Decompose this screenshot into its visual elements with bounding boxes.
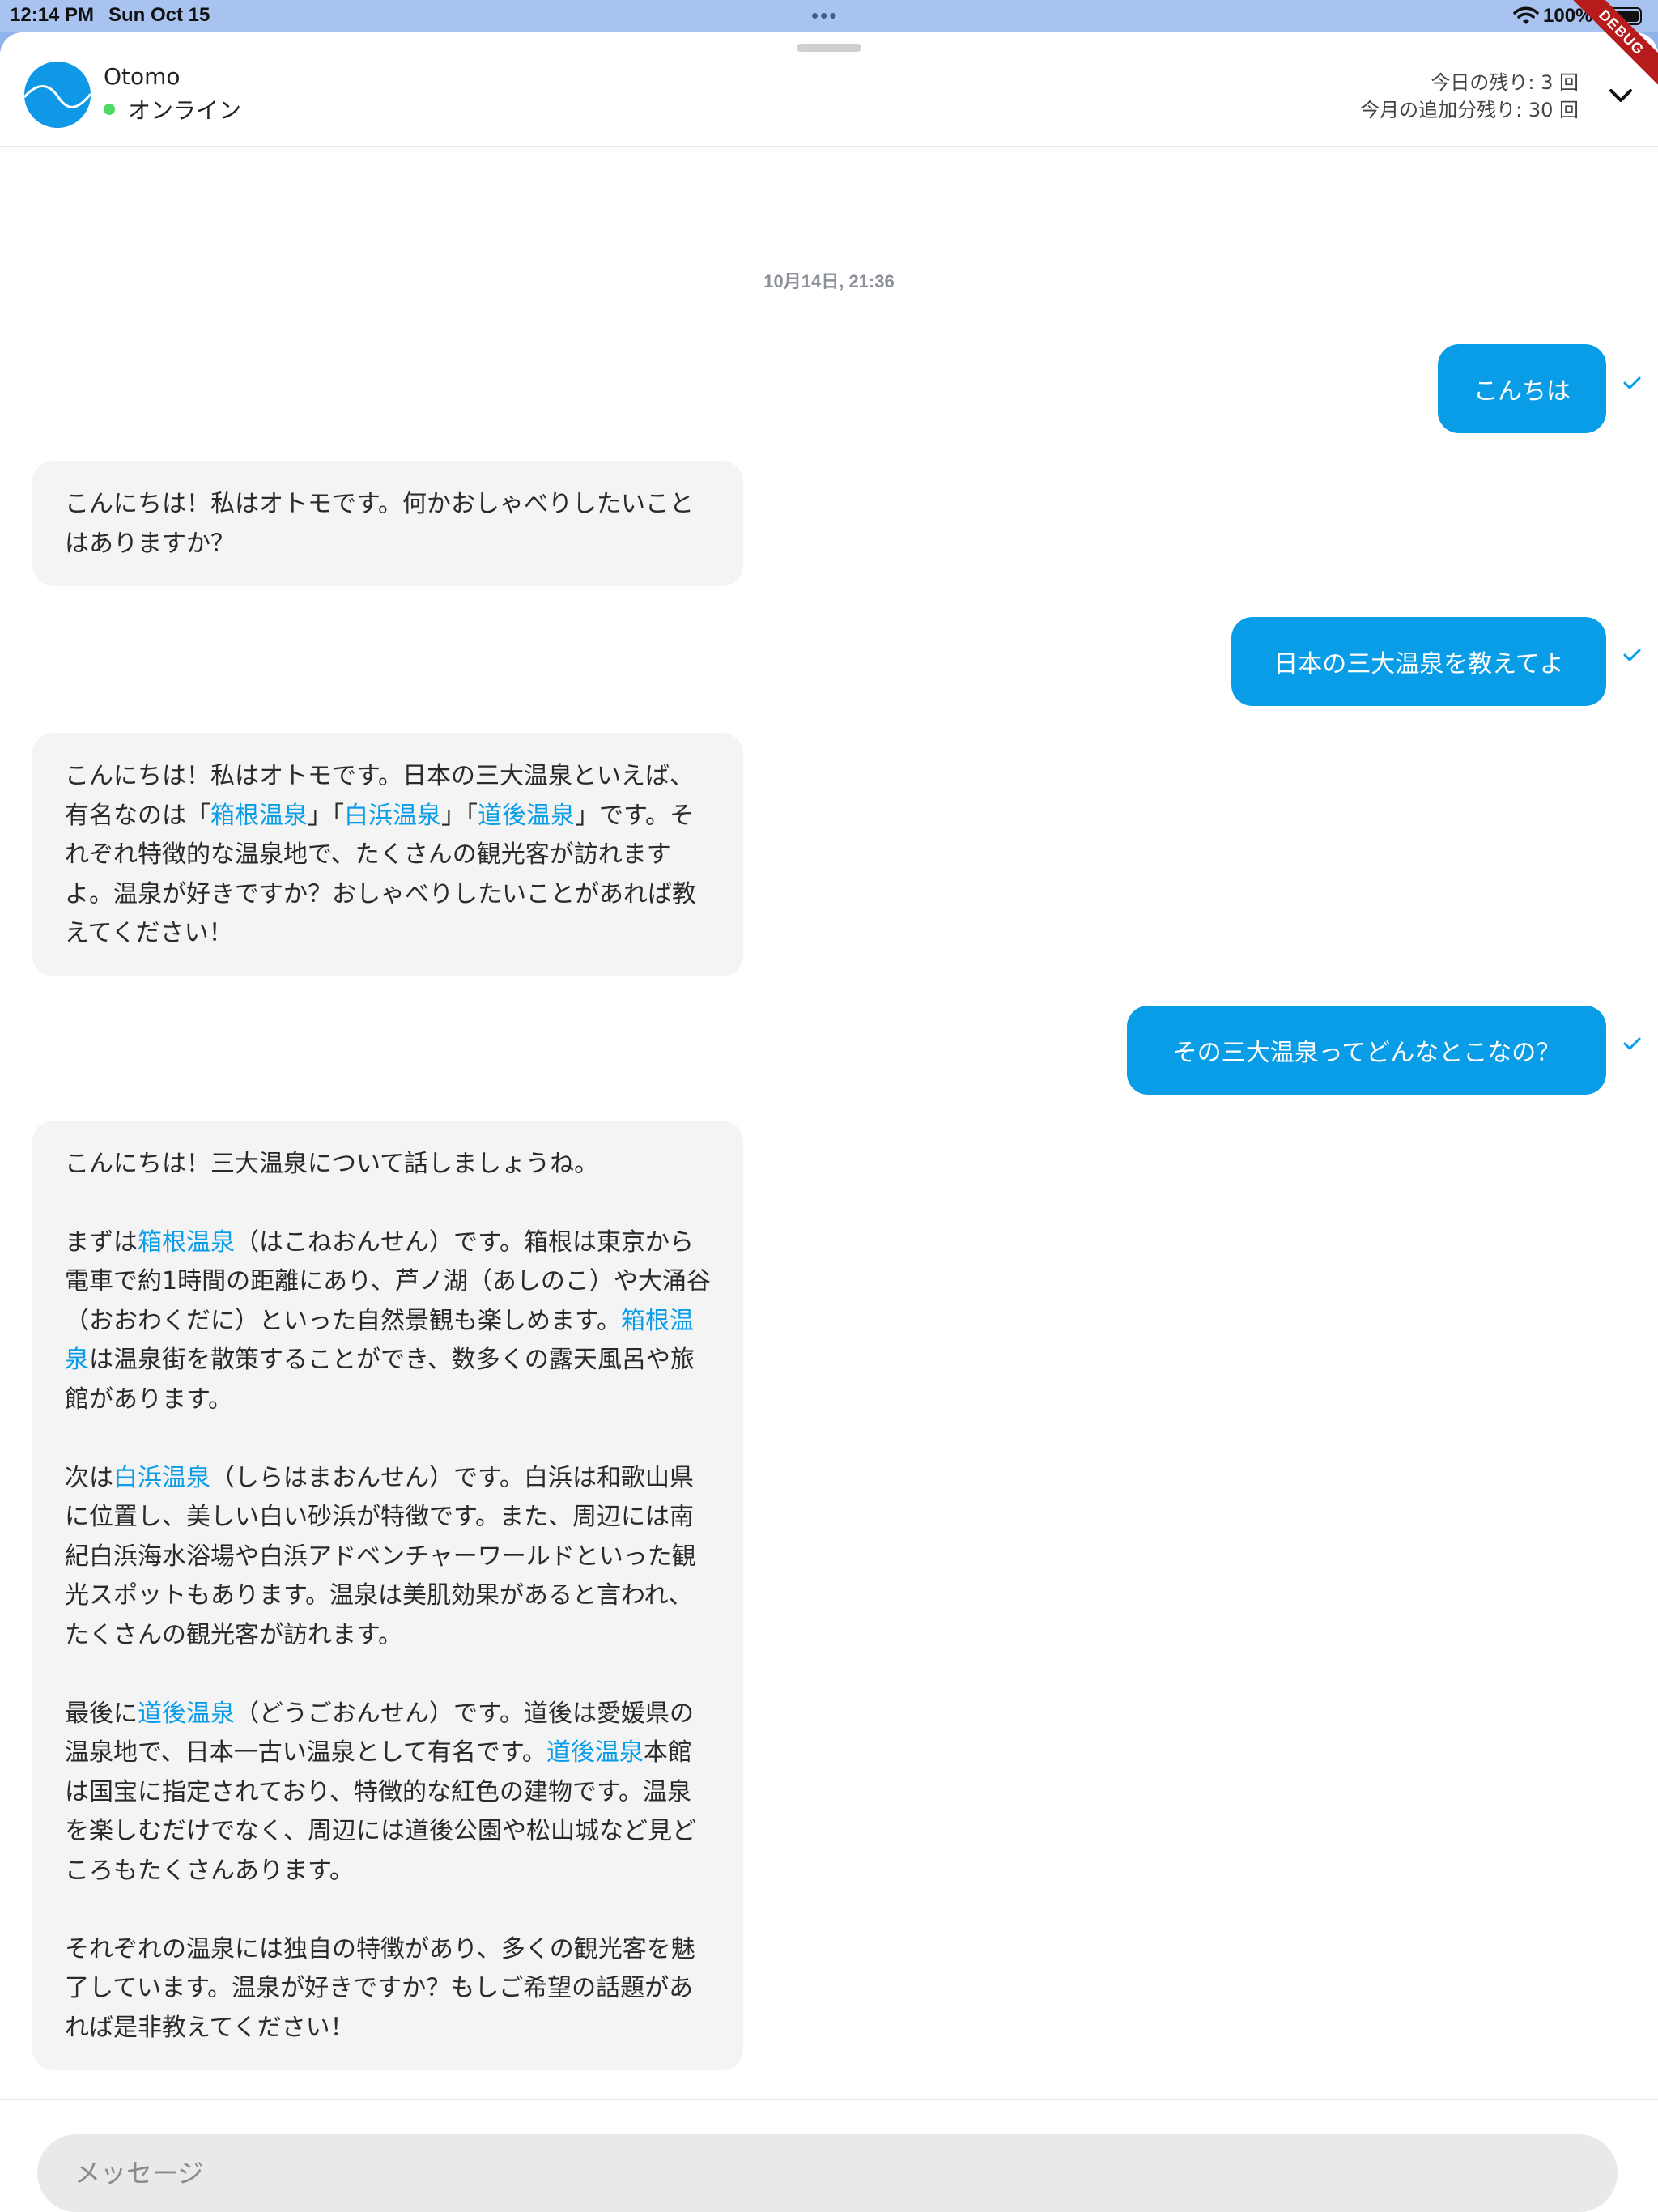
quota-month: 今月の追加分残り: 30 回 [1360,99,1579,121]
read-check-icon [1623,376,1641,389]
chat-header: Otomo オンライン 今日の残り: 3 回 今月の追加分残り: 30 回 [0,32,1658,147]
user-message-text: その三大温泉ってどんなとこなの？ [1172,1039,1561,1067]
wifi-icon [1513,6,1539,24]
user-message-text: こんちは [1473,377,1571,406]
onsen-link[interactable]: 道後温泉 [546,1738,644,1767]
avatar [24,62,91,128]
usage-quota: 今日の残り: 3 回 今月の追加分残り: 30 回 [1360,69,1579,124]
status-bar: 12:14 PM Sun Oct 15 ••• 100% [0,0,1658,32]
bot-paragraph: 最後に道後温泉（どうごおんせん）です。道後は愛媛県の温泉地で、日本一古い温泉とし… [65,1699,696,1885]
date-separator: 10月14日, 21:36 [763,271,895,291]
bot-message[interactable]: こんにちは！三大温泉について話しましょうね。 まずは箱根温泉（はこねおんせん）で… [32,1121,743,2071]
read-check-icon [1623,649,1641,661]
user-message[interactable]: こんちは [1438,344,1606,433]
onsen-link[interactable]: 道後温泉 [138,1699,235,1728]
user-message-text: 日本の三大温泉を教えてよ [1273,650,1564,678]
bot-paragraph: 次は白浜温泉（しらはまおんせん）です。白浜は和歌山県に位置し、美しい白い砂浜が特… [65,1463,696,1649]
status-date: Sun Oct 15 [108,4,210,26]
message-list[interactable]: 10月14日, 21:36 こんちは こんにちは！私はオトモです。何かおしゃべり… [0,147,1658,2099]
wave-logo-icon [24,85,91,108]
read-check-icon [1623,1037,1641,1050]
online-status-text: オンライン [128,97,242,124]
user-message[interactable]: その三大温泉ってどんなとこなの？ [1127,1006,1606,1095]
chat-sheet: Otomo オンライン 今日の残り: 3 回 今月の追加分残り: 30 回 10… [0,32,1658,2212]
composer [0,2099,1658,2212]
message-input[interactable] [37,2134,1618,2212]
bot-paragraph: まずは箱根温泉（はこねおんせん）です。箱根は東京から電車で約1時間の距離にあり、… [65,1227,711,1414]
chevron-down-icon[interactable] [1605,79,1637,112]
bot-message[interactable]: こんにちは！私はオトモです。日本の三大温泉といえば、有名なのは「箱根温泉」「白浜… [32,733,743,976]
onsen-link[interactable]: 白浜温泉 [113,1464,210,1492]
onsen-link[interactable]: 道後温泉 [478,802,575,830]
quota-today: 今日の残り: 3 回 [1431,71,1579,94]
status-time: 12:14 PM [10,4,95,26]
bot-message[interactable]: こんにちは！私はオトモです。何かおしゃべりしたいことはありますか？ [32,461,743,587]
bot-message-text: こんにちは！私はオトモです。日本の三大温泉といえば、有名なのは「箱根温泉」「白浜… [65,762,696,948]
user-message[interactable]: 日本の三大温泉を教えてよ [1231,617,1606,706]
bot-paragraph: それぞれの温泉には独自の特徴があり、多くの観光客を魅了しています。温泉が好きです… [65,1934,695,2042]
multitasking-dots-icon[interactable]: ••• [811,3,838,28]
onsen-link[interactable]: 白浜温泉 [344,802,441,830]
onsen-link[interactable]: 箱根温泉 [138,1228,235,1257]
bot-name: Otomo [104,63,181,90]
bot-message-text: こんにちは！私はオトモです。何かおしゃべりしたいことはありますか？ [65,490,694,558]
bot-paragraph: こんにちは！三大温泉について話しましょうね。 [65,1150,599,1178]
onsen-link[interactable]: 箱根温泉 [210,802,308,830]
online-status-dot [104,104,115,115]
